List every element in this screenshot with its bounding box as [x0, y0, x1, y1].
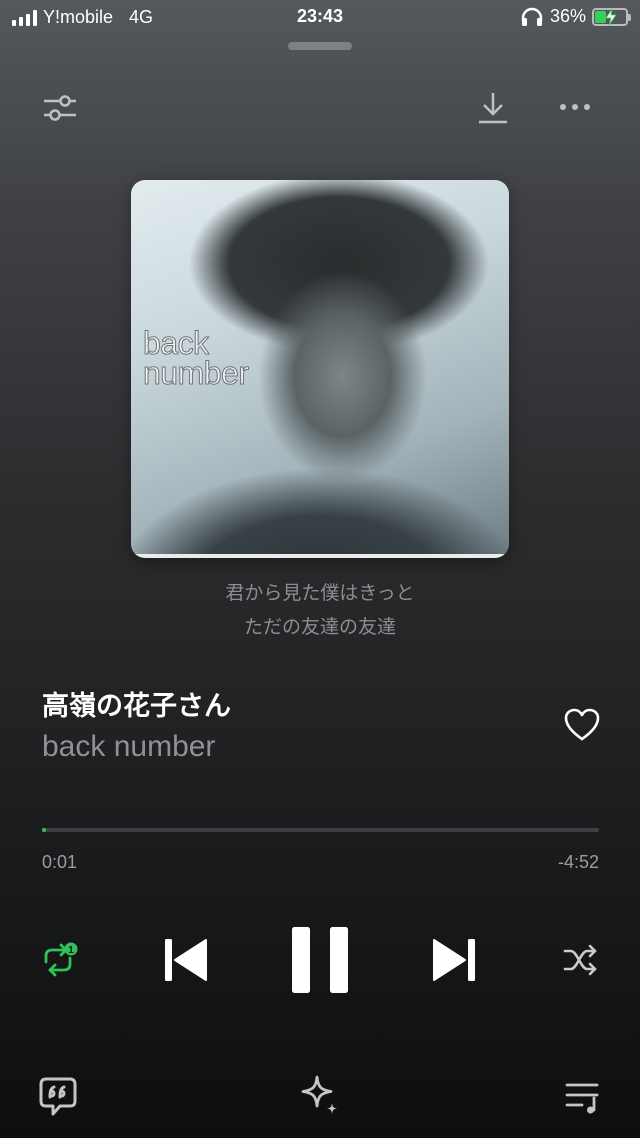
- status-bar: Y!mobile 4G 23:43 36%: [0, 0, 640, 36]
- shuffle-icon[interactable]: [562, 942, 600, 978]
- previous-track-icon[interactable]: [162, 936, 210, 984]
- svg-text:1: 1: [68, 945, 74, 956]
- progress-fill: [42, 828, 46, 832]
- remaining-time: -4:52: [557, 852, 599, 872]
- equalizer-icon[interactable]: [42, 92, 78, 124]
- repeat-one-icon[interactable]: 1: [40, 942, 80, 978]
- track-artist[interactable]: back number: [42, 730, 215, 764]
- next-track-icon[interactable]: [430, 936, 478, 984]
- queue-icon[interactable]: [564, 1080, 602, 1114]
- heart-outline-icon[interactable]: [563, 707, 601, 743]
- lyric-line-next[interactable]: ただの友達の友達: [0, 612, 640, 639]
- lyrics-icon[interactable]: [38, 1076, 78, 1118]
- elapsed-time: 0:01: [42, 852, 78, 872]
- battery-percent: 36%: [549, 6, 586, 26]
- headphones-icon: [521, 7, 543, 26]
- progress-bar[interactable]: [42, 828, 599, 832]
- track-title: 高嶺の花子さん: [42, 691, 231, 722]
- charging-bolt-icon: [605, 8, 617, 25]
- download-icon[interactable]: [476, 90, 510, 126]
- pause-icon[interactable]: [290, 926, 350, 994]
- battery-icon: [592, 7, 631, 26]
- sheet-grabber-handle[interactable]: [288, 42, 352, 50]
- album-artwork: back number: [131, 180, 509, 558]
- more-icon[interactable]: [558, 100, 592, 114]
- sparkle-icon[interactable]: [298, 1074, 342, 1118]
- album-cover-text: back number: [143, 325, 250, 391]
- lyric-line-current[interactable]: 君から見た僕はきっと: [0, 578, 640, 605]
